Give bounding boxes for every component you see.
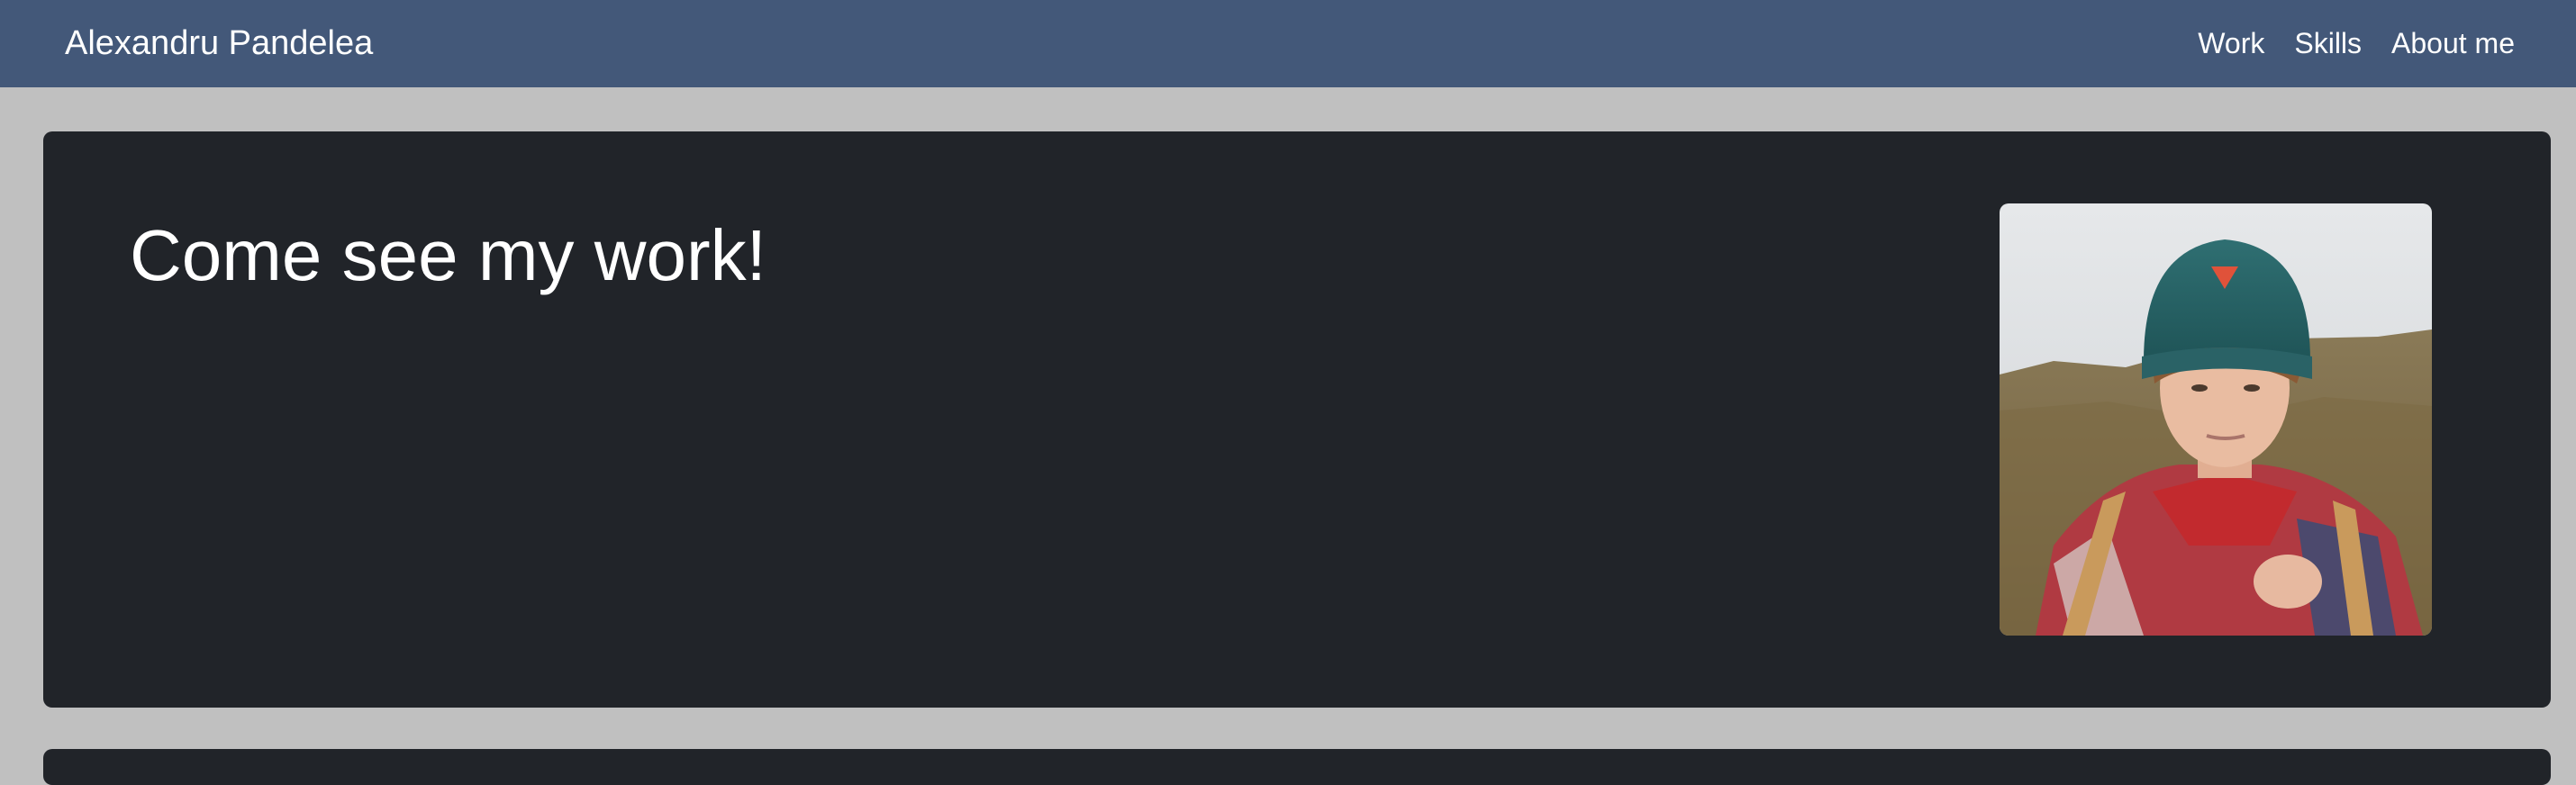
hero-title: Come see my work! bbox=[130, 215, 766, 295]
nav-link-work[interactable]: Work bbox=[2198, 27, 2264, 60]
hero-card: Come see my work! bbox=[43, 131, 2551, 708]
nav-links: Work Skills About me bbox=[2198, 27, 2515, 60]
nav-link-about-me[interactable]: About me bbox=[2391, 27, 2515, 60]
profile-photo bbox=[2000, 203, 2432, 636]
navbar: Alexandru Pandelea Work Skills About me bbox=[0, 0, 2576, 87]
brand-link[interactable]: Alexandru Pandelea bbox=[65, 24, 373, 63]
nav-link-skills[interactable]: Skills bbox=[2294, 27, 2362, 60]
next-section-card bbox=[43, 749, 2551, 785]
